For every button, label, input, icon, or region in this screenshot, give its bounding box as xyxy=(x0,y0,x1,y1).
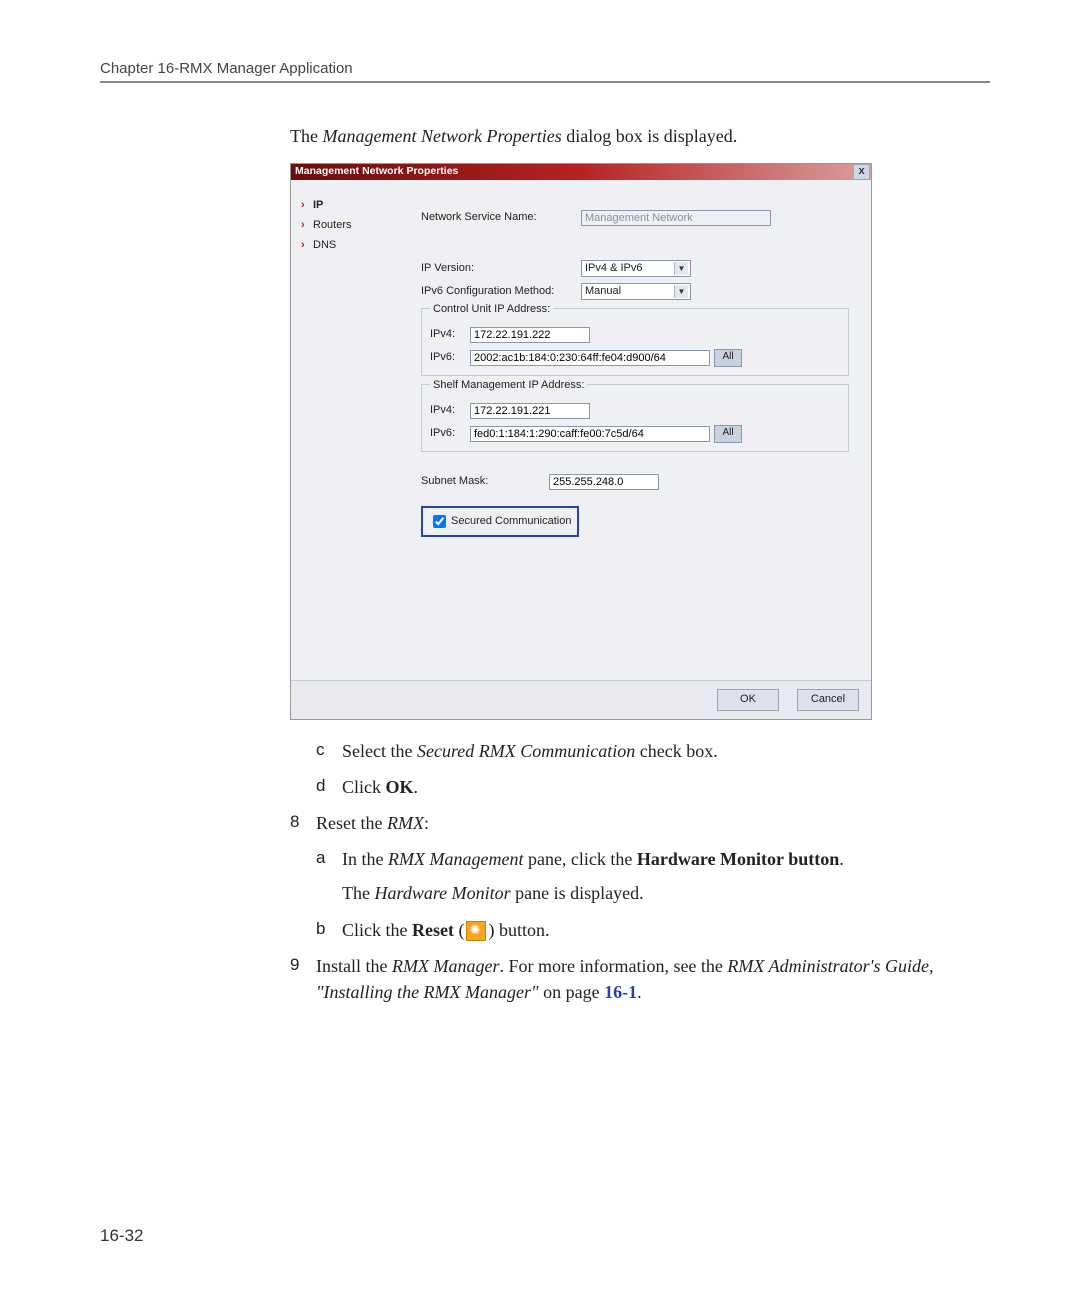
step-8b-text: Click the Reset () button. xyxy=(342,917,990,943)
subnet-input[interactable] xyxy=(549,474,659,490)
ipver-label: IP Version: xyxy=(421,261,581,277)
intro-text: The Management Network Properties dialog… xyxy=(290,123,990,149)
ipver-value: IPv4 & IPv6 xyxy=(585,261,642,277)
page-number: 16-32 xyxy=(100,1226,143,1246)
secured-label: Secured Communication xyxy=(451,514,571,530)
step-8-text: Reset the RMX: xyxy=(316,810,990,836)
reset-icon xyxy=(466,921,486,941)
cu-ipv6-input[interactable] xyxy=(470,350,710,366)
ipv6cfg-label: IPv6 Configuration Method: xyxy=(421,284,581,300)
nsn-input xyxy=(581,210,771,226)
step-number: 9 xyxy=(290,953,316,1005)
sm-legend: Shelf Management IP Address: xyxy=(430,378,587,394)
sm-ipv6-input[interactable] xyxy=(470,426,710,442)
substep-letter: d xyxy=(316,774,342,800)
subnet-label: Subnet Mask: xyxy=(421,474,549,490)
chapter-header: Chapter 16-RMX Manager Application xyxy=(100,60,990,77)
cu-ipv4-label: IPv4: xyxy=(430,327,470,343)
step-d-text: Click OK. xyxy=(342,774,990,800)
all-button[interactable]: All xyxy=(714,425,742,443)
dialog-footer: OK Cancel xyxy=(291,680,871,719)
page-link[interactable]: 16-1 xyxy=(604,982,637,1002)
chevron-right-icon: › xyxy=(301,198,313,214)
control-unit-fieldset: Control Unit IP Address: IPv4: IPv6: All xyxy=(421,308,849,376)
nav-item-routers[interactable]: ›Routers xyxy=(301,218,409,234)
cu-legend: Control Unit IP Address: xyxy=(430,302,553,318)
nsn-label: Network Service Name: xyxy=(421,210,581,226)
chevron-right-icon: › xyxy=(301,218,313,234)
step-8a-text: In the RMX Management pane, click the Ha… xyxy=(342,846,990,906)
secured-communication-box: Secured Communication xyxy=(421,506,579,537)
shelf-mgmt-fieldset: Shelf Management IP Address: IPv4: IPv6:… xyxy=(421,384,849,452)
cu-ipv6-label: IPv6: xyxy=(430,350,470,366)
ipver-select[interactable]: IPv4 & IPv6 xyxy=(581,260,691,277)
nav-label: IP xyxy=(313,198,323,214)
dialog-screenshot: Management Network Properties x ›IP ›Rou… xyxy=(290,163,872,720)
substep-letter: b xyxy=(316,917,342,943)
dialog-title: Management Network Properties xyxy=(295,164,458,179)
step-c-text: Select the Secured RMX Communication che… xyxy=(342,738,990,764)
cancel-button[interactable]: Cancel xyxy=(797,689,859,711)
ok-button[interactable]: OK xyxy=(717,689,779,711)
substep-letter: c xyxy=(316,738,342,764)
nav-item-ip[interactable]: ›IP xyxy=(301,198,409,214)
secured-checkbox[interactable] xyxy=(433,515,446,528)
close-icon[interactable]: x xyxy=(853,164,870,180)
ipv6cfg-value: Manual xyxy=(585,284,621,300)
dialog-nav-panel: ›IP ›Routers ›DNS xyxy=(291,180,413,680)
step-number: 8 xyxy=(290,810,316,836)
ipv6cfg-select[interactable]: Manual xyxy=(581,283,691,300)
sm-ipv6-label: IPv6: xyxy=(430,426,470,442)
all-button[interactable]: All xyxy=(714,349,742,367)
dialog-titlebar: Management Network Properties x xyxy=(291,164,871,180)
step-9-text: Install the RMX Manager. For more inform… xyxy=(316,953,990,1005)
dialog-form-panel: Network Service Name: IP Version: IPv4 &… xyxy=(413,180,871,680)
sm-ipv4-label: IPv4: xyxy=(430,403,470,419)
chevron-right-icon: › xyxy=(301,238,313,254)
nav-item-dns[interactable]: ›DNS xyxy=(301,238,409,254)
cu-ipv4-input[interactable] xyxy=(470,327,590,343)
sm-ipv4-input[interactable] xyxy=(470,403,590,419)
substep-letter: a xyxy=(316,846,342,906)
nav-label: DNS xyxy=(313,238,336,254)
nav-label: Routers xyxy=(313,218,352,234)
header-rule xyxy=(100,81,990,83)
